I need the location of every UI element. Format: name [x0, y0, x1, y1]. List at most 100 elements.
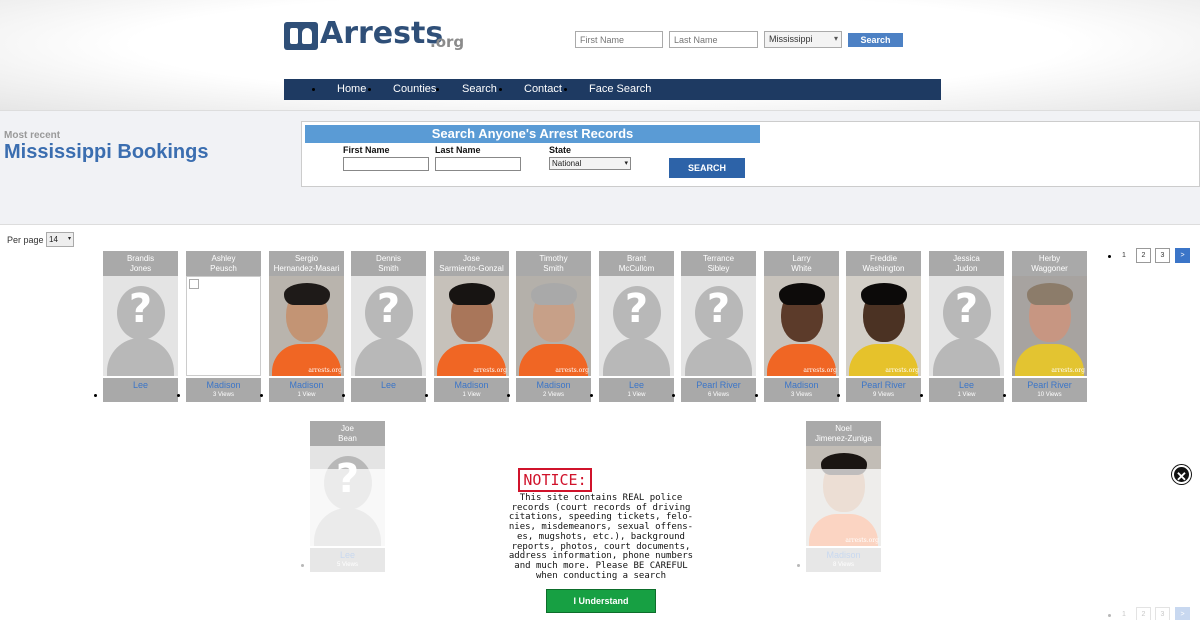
- question-mark-icon: ?: [376, 286, 401, 332]
- notice-text: This site contains REAL police records (…: [508, 493, 694, 581]
- booking-name[interactable]: Terrance Sibley: [681, 251, 756, 276]
- booking-name[interactable]: Ashley Peusch: [186, 251, 261, 276]
- first-name: Jose: [463, 254, 480, 263]
- view-count: 3 Views: [213, 392, 234, 398]
- first-name: Jessica: [953, 254, 980, 263]
- no-photo-placeholder[interactable]: ?: [929, 276, 1004, 376]
- logo-icon: [284, 22, 318, 50]
- nav-face-search[interactable]: Face Search: [589, 79, 651, 100]
- booking-name[interactable]: Jose Sarmiento-Gonzal: [434, 251, 509, 276]
- no-photo-placeholder[interactable]: ?: [351, 276, 426, 376]
- booking-name[interactable]: Dennis Smith: [351, 251, 426, 276]
- mugshot-photo[interactable]: arrests.org: [269, 276, 344, 376]
- county-link[interactable]: Lee: [103, 378, 178, 391]
- broken-image-icon: [189, 279, 199, 289]
- booking-card[interactable]: Dennis Smith? Lee: [351, 251, 426, 402]
- county-link[interactable]: Pearl River: [681, 378, 756, 391]
- search-button[interactable]: SEARCH: [669, 158, 745, 178]
- top-last-name-input[interactable]: [669, 31, 758, 48]
- booking-card[interactable]: Jessica Judon? Lee 1 View: [929, 251, 1004, 402]
- view-count: 1 View: [297, 392, 316, 398]
- booking-name[interactable]: Jessica Judon: [929, 251, 1004, 276]
- booking-card[interactable]: Freddie Washington arrests.org Pearl River 9…: [846, 251, 921, 402]
- county-link[interactable]: Lee: [929, 378, 1004, 391]
- county-link[interactable]: Madison: [764, 378, 839, 391]
- county-link[interactable]: Lee: [599, 378, 674, 391]
- watermark: arrests.org: [1051, 367, 1085, 374]
- county-link[interactable]: Madison: [269, 378, 344, 391]
- nav-counties[interactable]: Counties: [393, 79, 436, 100]
- mugshot-hair: [284, 283, 330, 305]
- top-state-select[interactable]: Mississippi ▾: [764, 31, 842, 48]
- nav-home[interactable]: Home: [337, 79, 366, 100]
- booking-card[interactable]: Jose Sarmiento-Gonzal arrests.org Madison 1 …: [434, 251, 509, 402]
- booking-name[interactable]: Herby Waggoner: [1012, 251, 1087, 276]
- per-page-select[interactable]: 14 ▾: [46, 232, 74, 247]
- silhouette-body: [603, 338, 670, 376]
- mugshot-photo[interactable]: arrests.org: [1012, 276, 1087, 376]
- silhouette-body: [107, 338, 174, 376]
- booking-name[interactable]: Freddie Washington: [846, 251, 921, 276]
- booking-card[interactable]: Ashley Peusch Madison 3 Views: [186, 251, 261, 402]
- county-link[interactable]: Madison: [516, 378, 591, 391]
- booking-name[interactable]: Sergio Hernandez-Masari: [269, 251, 344, 276]
- booking-name[interactable]: Joe Bean: [310, 421, 385, 446]
- no-photo-placeholder[interactable]: ?: [681, 276, 756, 376]
- booking-name[interactable]: Brant McCullom: [599, 251, 674, 276]
- booking-name[interactable]: Timothy Smith: [516, 251, 591, 276]
- booking-card[interactable]: Larry White arrests.org Madison 3 Views: [764, 251, 839, 402]
- list-bullet: [920, 394, 923, 397]
- page-3-link[interactable]: 3: [1155, 248, 1170, 263]
- broken-image[interactable]: [186, 276, 261, 376]
- mugshot-photo[interactable]: arrests.org: [764, 276, 839, 376]
- county-link[interactable]: Pearl River: [846, 378, 921, 391]
- page-1-link[interactable]: 1: [1122, 252, 1126, 259]
- top-search-button[interactable]: Search: [848, 33, 903, 47]
- list-bullet: [425, 394, 428, 397]
- nav-bullet: [436, 88, 439, 91]
- booking-name[interactable]: Larry White: [764, 251, 839, 276]
- booking-card[interactable]: Terrance Sibley? Pearl River 6 Views: [681, 251, 756, 402]
- booking-card[interactable]: Timothy Smith arrests.org Madison 2 Views: [516, 251, 591, 402]
- nav-contact[interactable]: Contact: [524, 79, 562, 100]
- view-count: 10 Views: [1037, 392, 1062, 398]
- state-label: State: [549, 145, 572, 155]
- booking-card[interactable]: Brandis Jones? Lee: [103, 251, 178, 402]
- county-link[interactable]: Lee: [351, 378, 426, 391]
- watermark: arrests.org: [473, 367, 507, 374]
- county-link[interactable]: Pearl River: [1012, 378, 1087, 391]
- silhouette-body: [685, 338, 752, 376]
- last-name: Washington: [862, 264, 905, 273]
- booking-name[interactable]: Noel Jimenez-Zuniga: [806, 421, 881, 446]
- booking-name[interactable]: Brandis Jones: [103, 251, 178, 276]
- booking-footer: Madison 3 Views: [186, 378, 261, 402]
- no-photo-placeholder[interactable]: ?: [599, 276, 674, 376]
- nav-search[interactable]: Search: [462, 79, 497, 100]
- county-link[interactable]: Madison: [186, 378, 261, 391]
- mugshot-photo[interactable]: arrests.org: [516, 276, 591, 376]
- most-recent-label: Most recent: [4, 130, 61, 141]
- last-name-field[interactable]: [435, 157, 521, 171]
- first-name-field[interactable]: [343, 157, 429, 171]
- close-icon[interactable]: ✕: [1172, 465, 1191, 484]
- view-count: 6 Views: [708, 392, 729, 398]
- site-logo[interactable]: Arrests .org: [284, 16, 469, 54]
- county-link[interactable]: Madison: [434, 378, 509, 391]
- state-select[interactable]: National ▾: [549, 157, 631, 170]
- booking-card[interactable]: Herby Waggoner arrests.org Pearl River 10 Vi…: [1012, 251, 1087, 402]
- no-photo-placeholder[interactable]: ?: [103, 276, 178, 376]
- first-name: Ashley: [211, 254, 236, 263]
- booking-card[interactable]: Brant McCullom? Lee 1 View: [599, 251, 674, 402]
- booking-footer: Madison 1 View: [269, 378, 344, 402]
- mugshot-photo[interactable]: arrests.org: [846, 276, 921, 376]
- i-understand-button[interactable]: I Understand: [546, 589, 656, 613]
- top-first-name-input[interactable]: [575, 31, 663, 48]
- next-page-button[interactable]: >: [1175, 248, 1190, 263]
- last-name: Bean: [338, 434, 357, 443]
- booking-card[interactable]: Sergio Hernandez-Masari arrests.org Madison…: [269, 251, 344, 402]
- page-2-link[interactable]: 2: [1136, 248, 1151, 263]
- booking-footer: Lee: [103, 378, 178, 402]
- mugshot-photo[interactable]: arrests.org: [434, 276, 509, 376]
- top-state-value: Mississippi: [769, 34, 813, 44]
- first-name: Joe: [341, 424, 354, 433]
